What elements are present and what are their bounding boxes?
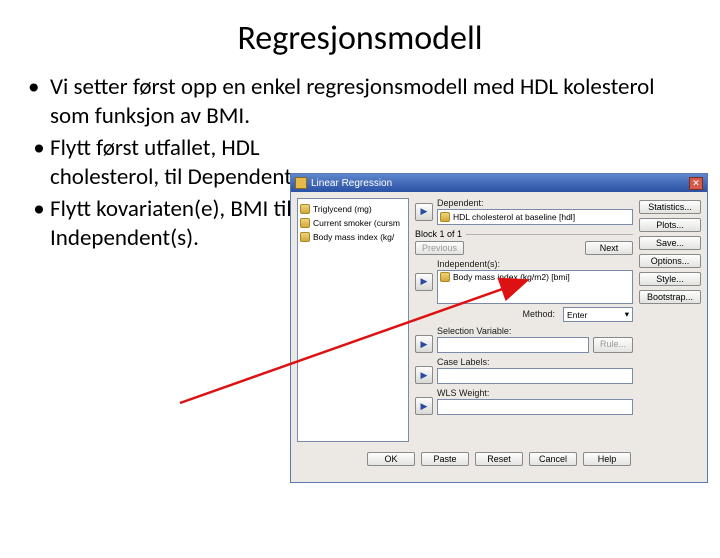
bullet-1-text: Vi setter først opp en enkel regresjonsm… bbox=[50, 73, 692, 132]
variable-list[interactable]: Triglycend (mg) Current smoker (cursm Bo… bbox=[297, 198, 409, 442]
cancel-button[interactable]: Cancel bbox=[529, 452, 577, 466]
list-item[interactable]: Current smoker (cursm bbox=[300, 216, 406, 230]
dependent-field[interactable]: HDL cholesterol at baseline [hdl] bbox=[437, 209, 633, 225]
help-button[interactable]: Help bbox=[583, 452, 631, 466]
selection-variable-label: Selection Variable: bbox=[437, 326, 633, 336]
list-item[interactable]: Body mass index (kg/ bbox=[300, 230, 406, 244]
wls-label: WLS Weight: bbox=[437, 388, 633, 398]
statistics-button[interactable]: Statistics... bbox=[639, 200, 701, 214]
ok-button[interactable]: OK bbox=[367, 452, 415, 466]
bullet-2-text: Flytt først utfallet, HDL cholesterol, t… bbox=[50, 134, 295, 193]
list-item[interactable]: Triglycend (mg) bbox=[300, 202, 406, 216]
rule-button[interactable]: Rule... bbox=[593, 337, 633, 353]
method-select[interactable]: Enter ▾ bbox=[563, 307, 633, 322]
bullet-1: • Vi setter først opp en enkel regresjon… bbox=[28, 73, 692, 132]
next-button[interactable]: Next bbox=[585, 241, 633, 255]
dialog-footer: OK Paste Reset Cancel Help bbox=[291, 448, 707, 466]
bullet-3-text: Flytt kovariaten(e), BMI til Independent… bbox=[50, 195, 295, 254]
scale-icon bbox=[300, 218, 310, 228]
dialog-titlebar: Linear Regression ✕ bbox=[291, 174, 707, 192]
block-header: Block 1 of 1 bbox=[415, 229, 633, 239]
move-selection-button[interactable]: ▶ bbox=[415, 335, 433, 353]
paste-button[interactable]: Paste bbox=[421, 452, 469, 466]
scale-icon bbox=[440, 212, 450, 222]
move-dependent-button[interactable]: ▶ bbox=[415, 203, 433, 221]
plots-button[interactable]: Plots... bbox=[639, 218, 701, 232]
dialog-app-icon bbox=[295, 177, 307, 189]
dialog-middle: ▶ Dependent: HDL cholesterol at baseline… bbox=[409, 198, 639, 442]
method-label: Method: bbox=[522, 309, 555, 319]
slide-title: Regresjonsmodell bbox=[0, 18, 720, 59]
move-independent-button[interactable]: ▶ bbox=[415, 273, 433, 291]
independent-label: Independent(s): bbox=[437, 259, 633, 269]
wls-field[interactable] bbox=[437, 399, 633, 415]
save-button[interactable]: Save... bbox=[639, 236, 701, 250]
move-caselabels-button[interactable]: ▶ bbox=[415, 366, 433, 384]
options-button[interactable]: Options... bbox=[639, 254, 701, 268]
dialog-right-buttons: Statistics... Plots... Save... Options..… bbox=[639, 198, 701, 442]
reset-button[interactable]: Reset bbox=[475, 452, 523, 466]
scale-icon bbox=[300, 232, 310, 242]
move-wls-button[interactable]: ▶ bbox=[415, 397, 433, 415]
scale-icon bbox=[440, 272, 450, 282]
previous-button[interactable]: Previous bbox=[415, 241, 464, 255]
close-icon[interactable]: ✕ bbox=[689, 177, 703, 190]
independent-field[interactable]: Body mass index (kg/m2) [bmi] bbox=[437, 270, 633, 304]
selection-variable-field[interactable] bbox=[437, 337, 589, 353]
bootstrap-button[interactable]: Bootstrap... bbox=[639, 290, 701, 304]
dependent-label: Dependent: bbox=[437, 198, 633, 208]
case-labels-field[interactable] bbox=[437, 368, 633, 384]
scale-icon bbox=[300, 204, 310, 214]
style-button[interactable]: Style... bbox=[639, 272, 701, 286]
linear-regression-dialog: Linear Regression ✕ Triglycend (mg) Curr… bbox=[290, 173, 708, 483]
case-labels-label: Case Labels: bbox=[437, 357, 633, 367]
chevron-down-icon: ▾ bbox=[625, 309, 629, 320]
dialog-title-text: Linear Regression bbox=[311, 178, 392, 189]
